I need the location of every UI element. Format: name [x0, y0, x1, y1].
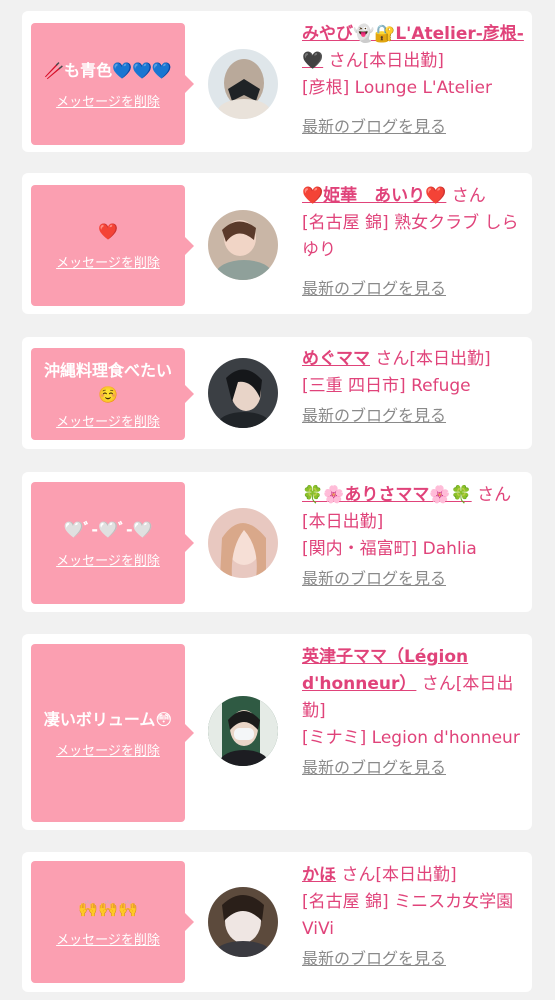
avatar[interactable] [208, 508, 278, 578]
message-text: 凄いボリューム😳 [43, 709, 173, 729]
message-text: 🙌🙌🙌 [78, 898, 138, 918]
shop-name: [名古屋 錦] ミニスカ女学園ViVi [302, 892, 514, 939]
latest-blog-link[interactable]: 最新のブログを見る [302, 565, 446, 592]
message-text: ❤️ [98, 222, 118, 241]
cast-status: さん[本日出勤] [323, 51, 444, 71]
shop-name: [関内・福富町] Dahlia [302, 539, 477, 559]
cast-name-link[interactable]: 🍀🌸ありさママ🌸🍀 [302, 485, 472, 505]
shop-name: [三重 四日市] Refuge [302, 376, 471, 396]
card-info: みやび👻🔐L'Atelier-彦根-🖤 さん[本日出勤] [彦根] Lounge… [302, 21, 526, 141]
avatar[interactable] [208, 210, 278, 280]
avatar[interactable] [208, 358, 278, 428]
message-bubble: 凄いボリューム😳 メッセージを削除 [31, 644, 194, 822]
card-info: 🍀🌸ありさママ🌸🍀 さん[本日出勤] [関内・福富町] Dahlia 最新のブロ… [302, 482, 526, 593]
message-card: ❤️ メッセージを削除 ❤️姫華 あいり❤️ さん [名古屋 錦] 熟女クラブ … [22, 173, 532, 314]
shop-name: [名古屋 錦] 熟女クラブ しらゆり [302, 213, 519, 260]
latest-blog-link[interactable]: 最新のブログを見る [302, 945, 446, 972]
card-info: 英津子ママ（Légion d'honneur） さん[本日出勤] [ミナミ] L… [302, 644, 526, 782]
message-bubble: 🤍ﾞ-🤍ﾞ-🤍 メッセージを削除 [31, 482, 194, 604]
message-card: 🤍ﾞ-🤍ﾞ-🤍 メッセージを削除 🍀🌸ありさママ🌸🍀 さん[本日出勤] [関内・… [22, 472, 532, 612]
message-card: 凄いボリューム😳 メッセージを削除 英津子ママ（Légion d'honneur… [22, 634, 532, 830]
cast-name-link[interactable]: めぐママ [302, 349, 370, 369]
avatar[interactable] [208, 696, 278, 766]
latest-blog-link[interactable]: 最新のブログを見る [302, 113, 446, 140]
delete-message-link[interactable]: メッセージを削除 [56, 740, 160, 759]
cast-status: さん[本日出勤] [370, 349, 491, 369]
delete-message-link[interactable]: メッセージを削除 [56, 252, 160, 271]
message-text: 沖縄料理食べたい☺️ [43, 360, 172, 404]
delete-message-link[interactable]: メッセージを削除 [56, 91, 160, 110]
cast-name-link[interactable]: かほ [302, 865, 336, 885]
shop-name: [ミナミ] Legion d'honneur [302, 728, 520, 748]
message-card: 沖縄料理食べたい☺️ メッセージを削除 めぐママ さん[本日出勤] [三重 四日… [22, 337, 532, 449]
card-info: かほ さん[本日出勤] [名古屋 錦] ミニスカ女学園ViVi 最新のブログを見… [302, 862, 526, 973]
message-card: 🙌🙌🙌 メッセージを削除 かほ さん[本日出勤] [名古屋 錦] ミニスカ女学園… [22, 852, 532, 992]
latest-blog-link[interactable]: 最新のブログを見る [302, 402, 446, 429]
delete-message-link[interactable]: メッセージを削除 [56, 550, 160, 569]
message-bubble: 🙌🙌🙌 メッセージを削除 [31, 861, 194, 983]
message-bubble: ❤️ メッセージを削除 [31, 185, 194, 306]
delete-message-link[interactable]: メッセージを削除 [56, 411, 160, 430]
avatar[interactable] [208, 49, 278, 119]
delete-message-link[interactable]: メッセージを削除 [56, 929, 160, 948]
card-info: めぐママ さん[本日出勤] [三重 四日市] Refuge 最新のブログを見る [302, 346, 526, 430]
message-text: 🥢も青色💙💙💙 [44, 60, 172, 80]
cast-name-link[interactable]: ❤️姫華 あいり❤️ [302, 186, 446, 206]
message-bubble: 沖縄料理食べたい☺️ メッセージを削除 [31, 348, 194, 440]
cast-status: さん [446, 186, 486, 206]
avatar[interactable] [208, 887, 278, 957]
message-bubble: 🥢も青色💙💙💙 メッセージを削除 [31, 23, 194, 145]
latest-blog-link[interactable]: 最新のブログを見る [302, 275, 446, 302]
card-info: ❤️姫華 あいり❤️ さん [名古屋 錦] 熟女クラブ しらゆり 最新のブログを… [302, 183, 526, 303]
latest-blog-link[interactable]: 最新のブログを見る [302, 754, 446, 781]
cast-status: さん[本日出勤] [336, 865, 457, 885]
message-card: 🥢も青色💙💙💙 メッセージを削除 みやび👻🔐L'Atelier-彦根-🖤 さん[… [22, 11, 532, 152]
shop-name: [彦根] Lounge L'Atelier [302, 78, 492, 98]
message-text: 🤍ﾞ-🤍ﾞ-🤍 [63, 519, 153, 539]
